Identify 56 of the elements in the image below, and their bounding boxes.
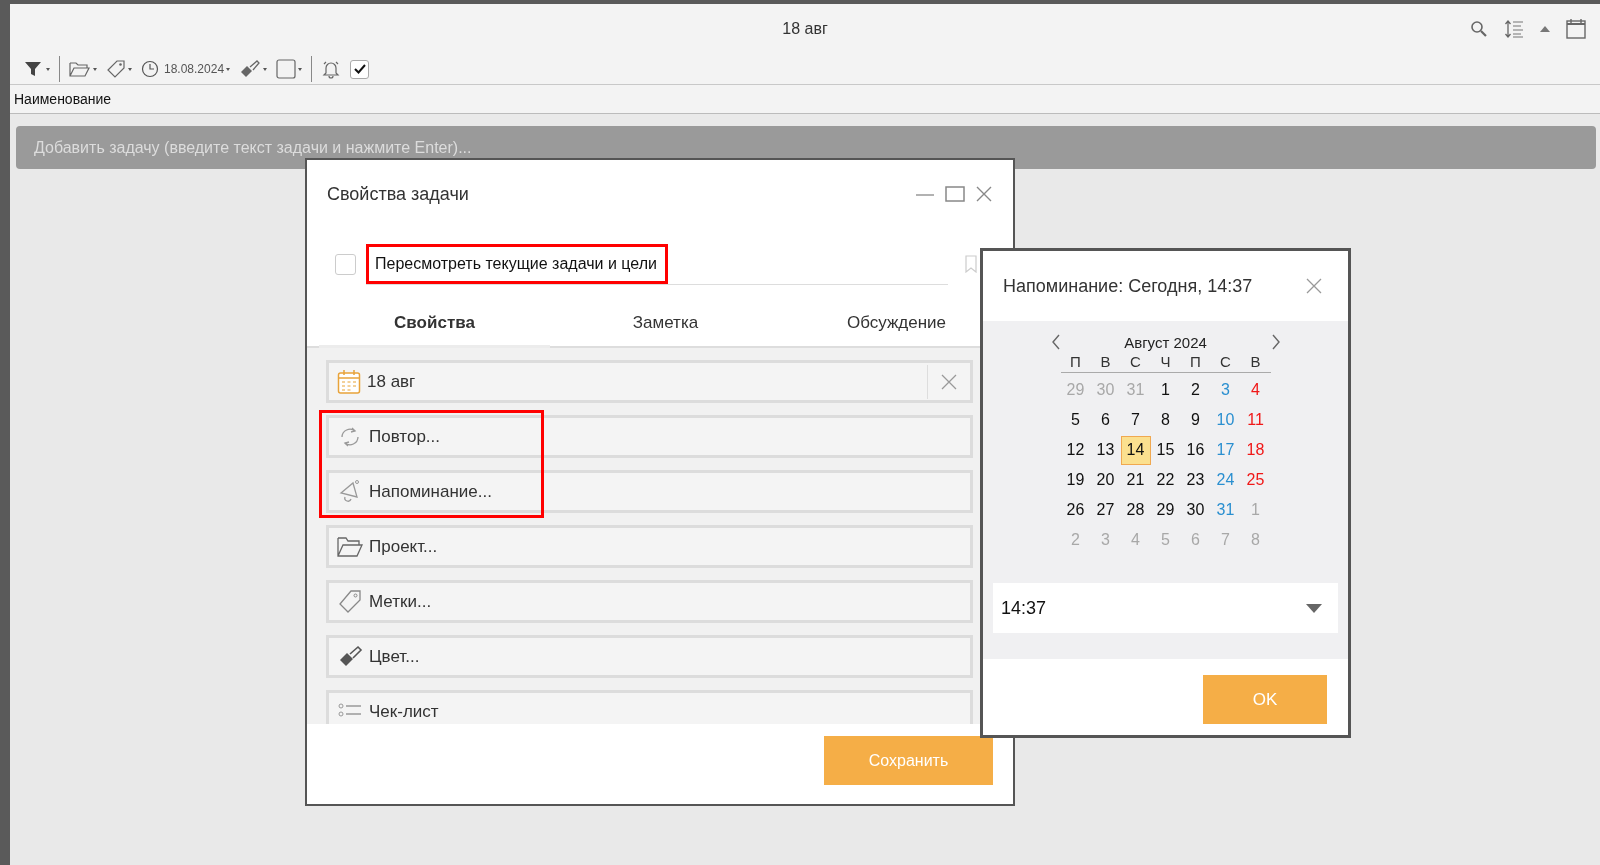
time-dropdown[interactable]: 14:37 [993,583,1338,633]
property-button[interactable]: Проект... [326,525,973,568]
weekday-label: П [1189,353,1202,370]
column-header[interactable]: Наименование [14,91,112,107]
weekday-label: В [1099,353,1112,370]
calendar-day[interactable]: 9 [1180,405,1211,435]
calendar-day[interactable]: 26 [1060,495,1091,525]
field-label: Напоминание... [369,481,492,502]
property-button[interactable]: Напоминание... [326,470,973,513]
field-label: Метки... [369,591,432,612]
calendar-day[interactable]: 5 [1060,405,1091,435]
calendar-day[interactable]: 21 [1120,465,1151,495]
calendar-day[interactable]: 18 [1240,435,1271,465]
calendar-day[interactable]: 14 [1120,435,1151,465]
date-field[interactable]: 18 авг [326,360,973,403]
calendar-day[interactable]: 6 [1090,405,1121,435]
calendar-day[interactable]: 15 [1150,435,1181,465]
field-label: Цвет... [369,646,420,667]
field-label: 18 авг [367,371,416,392]
month-label: Август 2024 [1124,333,1207,351]
calendar-day[interactable]: 25 [1240,465,1271,495]
field-label: Повтор... [369,426,440,447]
calendar-day[interactable]: 20 [1090,465,1121,495]
calendar-day[interactable]: 19 [1060,465,1091,495]
property-button[interactable]: Цвет... [326,635,973,678]
calendar-day[interactable]: 23 [1180,465,1211,495]
calendar-day[interactable]: 29 [1150,495,1181,525]
calendar-day[interactable]: 27 [1090,495,1121,525]
dialog-tab[interactable]: Заметка [550,300,781,348]
reminder-title: Напоминание: Сегодня, 14:37 [1003,275,1253,297]
weekday-label: С [1219,353,1232,370]
calendar-day[interactable]: 2 [1180,375,1211,405]
calendar-day[interactable]: 8 [1150,405,1181,435]
weekday-label: В [1249,353,1262,370]
calendar-day[interactable]: 13 [1090,435,1121,465]
dialog-title: Свойства задачи [327,183,469,205]
weekday-label: Ч [1159,353,1172,370]
calendar-day[interactable]: 4 [1240,375,1271,405]
property-button[interactable]: Чек-лист [326,690,973,724]
calendar-day[interactable]: 16 [1180,435,1211,465]
calendar-day[interactable]: 11 [1240,405,1271,435]
property-button[interactable]: Повтор... [326,415,973,458]
weekday-label: П [1069,353,1082,370]
field-label: Чек-лист [369,701,439,722]
date-dropdown[interactable]: 18.08.2024 [141,60,231,78]
calendar-day[interactable]: 30 [1180,495,1211,525]
calendar-day[interactable]: 28 [1120,495,1151,525]
calendar-day[interactable]: 1 [1150,375,1181,405]
weekday-label: С [1129,353,1142,370]
task-title-field[interactable]: Пересмотреть текущие задачи и цели [366,243,668,284]
property-button[interactable]: Метки... [326,580,973,623]
field-label: Проект... [369,536,438,557]
calendar-day[interactable]: 22 [1150,465,1181,495]
calendar-day[interactable]: 12 [1060,435,1091,465]
window-title: 18 авг [782,20,828,38]
calendar-day[interactable]: 7 [1120,405,1151,435]
